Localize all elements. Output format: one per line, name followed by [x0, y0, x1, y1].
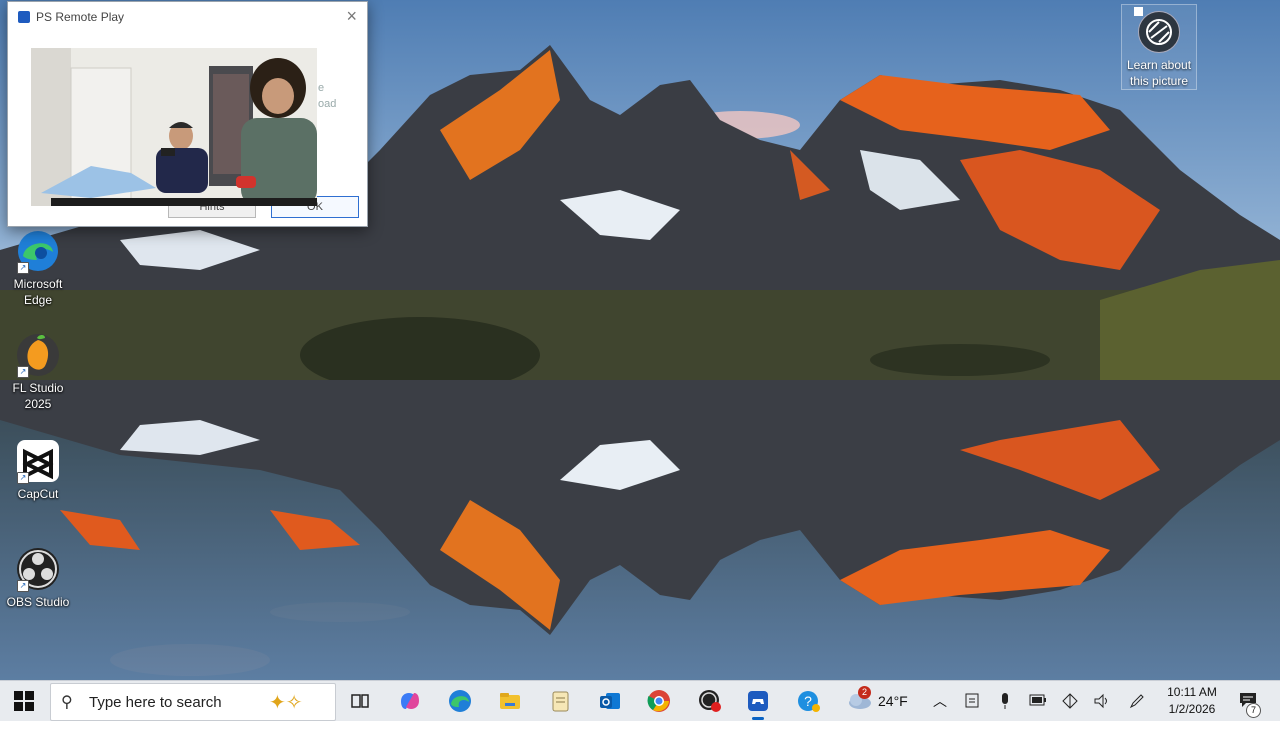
- taskbar-search-box[interactable]: ⚲ Type here to search ✦✧: [50, 683, 336, 721]
- show-hidden-icons-chevron[interactable]: ︿: [933, 691, 947, 731]
- desktop-icon-fl-studio[interactable]: ↗ FL Studio 2025: [0, 332, 76, 412]
- desktop-icon-label: OBS Studio: [6, 595, 70, 609]
- dialog-text-line: e: [318, 82, 325, 94]
- shortcut-arrow-icon: ↗: [17, 366, 29, 378]
- clipboard-tray-icon[interactable]: [965, 692, 979, 732]
- desktop-icon-label: CapCut: [17, 487, 59, 501]
- capcut-icon: ↗: [15, 438, 61, 484]
- record-app-icon[interactable]: [696, 687, 724, 715]
- clock-date: 1/2/2026: [1168, 702, 1216, 716]
- notification-count-badge: 7: [1246, 703, 1261, 718]
- task-view-icon[interactable]: [346, 687, 374, 715]
- taskbar: ⚲ Type here to search ✦✧ ? 2 24°F ︿ 10:1…: [0, 680, 1280, 721]
- webcam-overlay: [31, 48, 317, 206]
- dialog-text-line: oad: [318, 98, 337, 110]
- ps-remote-play-taskbar-icon[interactable]: [744, 687, 772, 720]
- edge-icon: ↗: [15, 228, 61, 274]
- system-clock[interactable]: 10:11 AM 1/2/2026: [1160, 684, 1224, 718]
- svg-text:?: ?: [804, 693, 812, 709]
- search-highlight-icon: ✦✧: [269, 692, 303, 714]
- search-icon: ⚲: [61, 694, 73, 711]
- desktop-icon-capcut[interactable]: ↗ CapCut: [0, 438, 76, 502]
- ps-remote-play-dialog: PS Remote Play × e oad Hints OK: [7, 1, 368, 227]
- weather-alert-badge: 2: [858, 686, 871, 699]
- fl-studio-icon: ↗: [15, 332, 61, 378]
- desktop-icon-obs[interactable]: ↗ OBS Studio: [0, 546, 76, 610]
- desktop-icon-label: Microsoft Edge: [13, 277, 63, 307]
- camera-lens-icon: [1138, 11, 1180, 53]
- selection-marker: [1134, 7, 1143, 16]
- notifications-button[interactable]: 7: [1238, 691, 1261, 731]
- chrome-icon[interactable]: [645, 687, 673, 715]
- ps-remote-play-icon: [18, 11, 30, 23]
- microphone-icon[interactable]: [999, 692, 1011, 732]
- network-icon[interactable]: [1061, 692, 1079, 732]
- desktop-icon-edge[interactable]: ↗ Microsoft Edge: [0, 228, 76, 308]
- outlook-icon[interactable]: [596, 687, 624, 715]
- desktop-icon-label: FL Studio 2025: [12, 381, 64, 411]
- pen-icon[interactable]: [1128, 692, 1146, 732]
- close-icon[interactable]: ×: [346, 6, 357, 27]
- learn-about-picture-widget[interactable]: Learn about this picture: [1121, 4, 1197, 90]
- dialog-body-text: e oad: [318, 80, 336, 112]
- copilot-icon[interactable]: [396, 687, 424, 715]
- get-help-icon[interactable]: ?: [794, 687, 822, 715]
- battery-icon[interactable]: [1029, 694, 1047, 734]
- file-explorer-icon[interactable]: [496, 687, 524, 715]
- edge-taskbar-icon[interactable]: [446, 687, 474, 715]
- dialog-title: PS Remote Play: [36, 10, 125, 24]
- learn-about-picture-label: Learn about this picture: [1126, 58, 1192, 88]
- weather-widget[interactable]: 2 24°F: [846, 681, 912, 721]
- dialog-titlebar[interactable]: PS Remote Play ×: [8, 2, 367, 32]
- temperature-label: 24°F: [878, 693, 908, 709]
- search-placeholder: Type here to search: [89, 694, 222, 711]
- shortcut-arrow-icon: ↗: [17, 262, 29, 274]
- volume-icon[interactable]: [1093, 692, 1111, 732]
- shortcut-arrow-icon: ↗: [17, 472, 29, 484]
- clock-time: 10:11 AM: [1167, 685, 1217, 699]
- obs-studio-icon: ↗: [15, 546, 61, 592]
- shortcut-arrow-icon: ↗: [17, 580, 29, 592]
- windows-start-icon[interactable]: [14, 691, 34, 711]
- notepad-icon[interactable]: [546, 687, 574, 715]
